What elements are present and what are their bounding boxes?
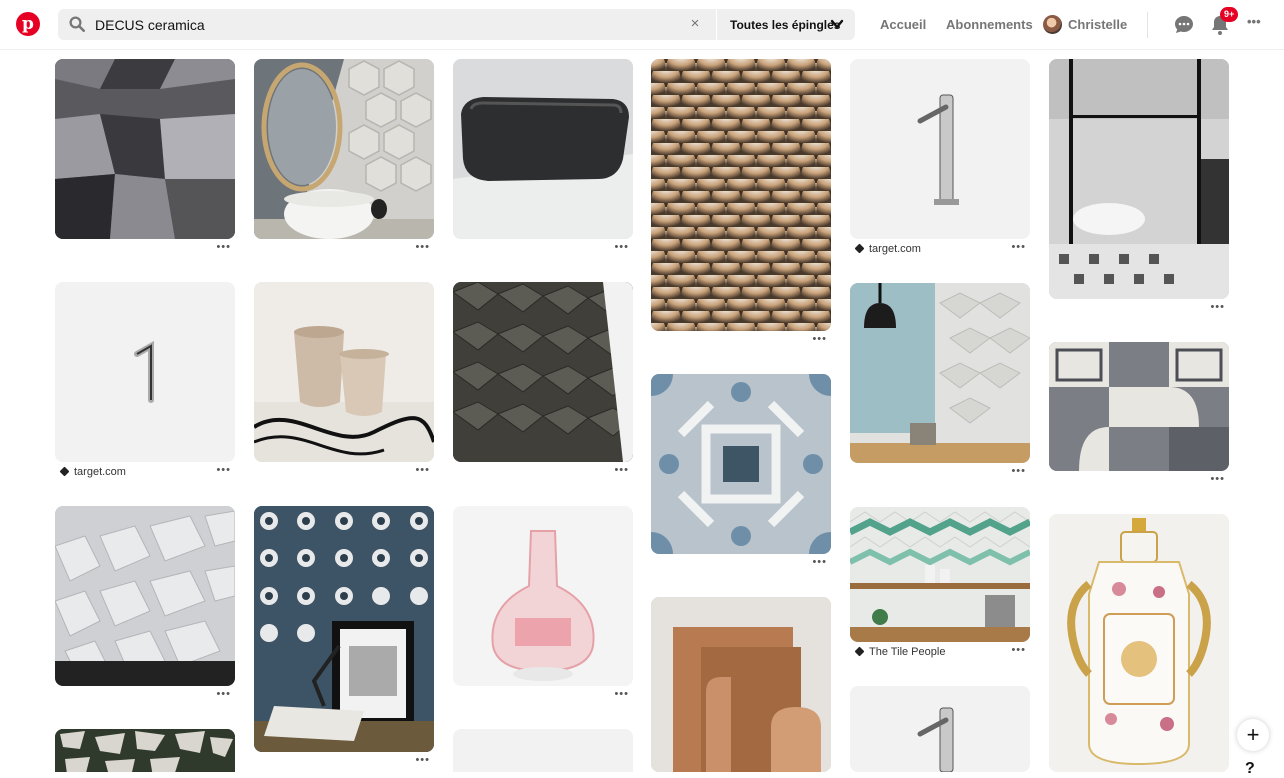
tag-icon: [854, 243, 865, 254]
search-filter-dropdown[interactable]: Toutes les épingles: [730, 18, 840, 32]
pin-card[interactable]: The Tile People •••: [850, 507, 1030, 666]
pin-card[interactable]: •••: [254, 282, 434, 486]
tag-icon: [854, 646, 865, 657]
pin-more-icon[interactable]: •••: [614, 241, 629, 253]
messages-icon[interactable]: [1172, 13, 1196, 37]
pin-card[interactable]: [1049, 514, 1229, 772]
pin-image[interactable]: [651, 59, 831, 331]
pin-image[interactable]: [55, 729, 235, 772]
help-button[interactable]: ?: [1245, 760, 1255, 778]
pin-card[interactable]: •••: [453, 59, 633, 263]
pin-more-icon[interactable]: •••: [812, 333, 827, 345]
pin-card[interactable]: •••: [1049, 342, 1229, 495]
pin-image[interactable]: [453, 506, 633, 686]
pin-more-icon[interactable]: •••: [1210, 301, 1225, 313]
profile-name-link[interactable]: Christelle: [1068, 17, 1127, 32]
pin-card[interactable]: •••: [453, 506, 633, 710]
pin-more-icon[interactable]: •••: [216, 241, 231, 253]
pin-source-link[interactable]: target.com: [59, 466, 126, 478]
pin-image[interactable]: [1049, 514, 1229, 772]
pin-more-icon[interactable]: •••: [1011, 465, 1026, 477]
pin-image[interactable]: [453, 59, 633, 239]
pin-card[interactable]: •••: [55, 59, 235, 263]
search-icon: [69, 16, 86, 33]
nav-following-link[interactable]: Abonnements: [946, 17, 1033, 32]
pin-source-link[interactable]: The Tile People: [854, 646, 945, 658]
pin-more-icon[interactable]: •••: [216, 464, 231, 476]
pin-image[interactable]: [850, 686, 1030, 772]
avatar[interactable]: [1043, 15, 1062, 34]
pinterest-logo-icon[interactable]: p: [16, 12, 40, 36]
pin-card[interactable]: •••: [453, 282, 633, 486]
pin-image[interactable]: [254, 282, 434, 462]
search-input[interactable]: DECUS ceramica: [95, 17, 205, 33]
pin-card[interactable]: [651, 597, 831, 772]
pin-image[interactable]: [254, 59, 434, 239]
pin-card[interactable]: •••: [55, 506, 235, 710]
pin-image[interactable]: [651, 374, 831, 554]
pin-image[interactable]: [55, 282, 235, 462]
top-bar: p DECUS ceramica × Toutes les épingles A…: [0, 0, 1284, 50]
pin-grid: ••• target.com ••• ••• ••• ••• ••• ••• •…: [0, 50, 1284, 772]
pin-image[interactable]: [453, 729, 633, 772]
header-divider: [1147, 12, 1148, 38]
notifications-badge: 9+: [1220, 7, 1239, 22]
pin-image[interactable]: [1049, 342, 1229, 471]
chevron-down-icon[interactable]: [830, 17, 844, 31]
pin-image[interactable]: [850, 283, 1030, 463]
pin-image[interactable]: [1049, 59, 1229, 299]
pin-card[interactable]: [55, 729, 235, 772]
tag-icon: [59, 466, 70, 477]
pin-image[interactable]: [254, 506, 434, 752]
pin-more-icon[interactable]: •••: [415, 754, 430, 766]
pin-more-icon[interactable]: •••: [1011, 644, 1026, 656]
pin-more-icon[interactable]: •••: [216, 688, 231, 700]
pin-more-icon[interactable]: •••: [415, 241, 430, 253]
more-options-icon[interactable]: •••: [1247, 14, 1261, 29]
pin-image[interactable]: [651, 597, 831, 772]
pin-more-icon[interactable]: •••: [1011, 241, 1026, 253]
pin-image[interactable]: [850, 507, 1030, 642]
pin-image[interactable]: [55, 506, 235, 686]
pin-card[interactable]: target.com •••: [850, 59, 1030, 263]
pin-more-icon[interactable]: •••: [614, 688, 629, 700]
pin-card[interactable]: •••: [651, 374, 831, 578]
pin-card[interactable]: •••: [1049, 59, 1229, 323]
pin-more-icon[interactable]: •••: [614, 464, 629, 476]
pin-more-icon[interactable]: •••: [1210, 473, 1225, 485]
pin-card[interactable]: •••: [254, 59, 434, 263]
add-button[interactable]: +: [1237, 719, 1269, 751]
search-bar[interactable]: DECUS ceramica × Toutes les épingles: [58, 9, 855, 40]
pin-card[interactable]: •••: [850, 283, 1030, 487]
pin-image[interactable]: [55, 59, 235, 239]
pin-card[interactable]: •••: [651, 59, 831, 355]
pin-card[interactable]: •••: [254, 506, 434, 772]
pin-more-icon[interactable]: •••: [415, 464, 430, 476]
search-divider: [716, 9, 717, 40]
pin-image[interactable]: [453, 282, 633, 462]
clear-search-icon[interactable]: ×: [687, 15, 703, 32]
pin-card[interactable]: target.com •••: [55, 282, 235, 486]
pin-card[interactable]: [850, 686, 1030, 772]
nav-home-link[interactable]: Accueil: [880, 17, 926, 32]
pin-source-link[interactable]: target.com: [854, 243, 921, 255]
pin-card[interactable]: [453, 729, 633, 772]
pin-image[interactable]: [850, 59, 1030, 239]
pin-more-icon[interactable]: •••: [812, 556, 827, 568]
